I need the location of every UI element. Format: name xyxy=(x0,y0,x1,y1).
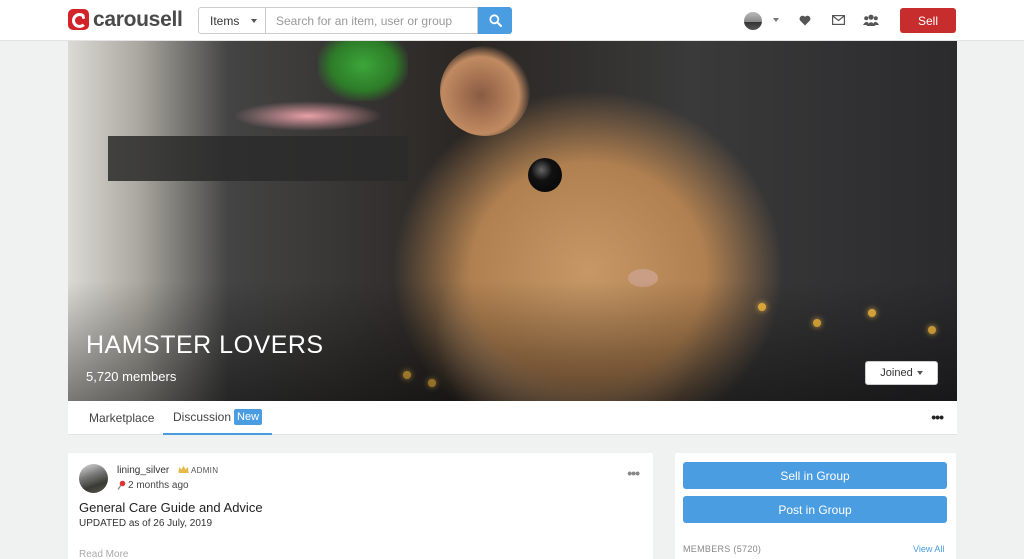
joined-label: Joined xyxy=(880,367,913,379)
user-avatar[interactable] xyxy=(744,12,762,30)
post-timestamp: 2 months ago xyxy=(128,480,189,491)
tab-marketplace[interactable]: Marketplace xyxy=(89,401,154,435)
admin-badge: ADMIN xyxy=(191,466,219,475)
view-all-members-link[interactable]: View All xyxy=(913,544,944,554)
crown-icon xyxy=(178,465,189,473)
group-tabs: Marketplace Discussion New ••• xyxy=(68,401,957,435)
group-name: HAMSTER LOVERS xyxy=(86,331,324,359)
post-more-button[interactable]: ••• xyxy=(627,465,640,481)
cover-plant xyxy=(318,41,408,101)
post-excerpt: UPDATED as of 26 July, 2019 xyxy=(79,518,213,529)
cover-pink-object xyxy=(233,101,383,131)
groups-button[interactable] xyxy=(863,12,879,28)
top-navbar: carousell Items Search for an item, user… xyxy=(0,0,1024,41)
cover-hamster-ear xyxy=(440,46,530,136)
likes-button[interactable] xyxy=(797,12,813,28)
search-input[interactable] xyxy=(266,7,478,34)
logo-mark-icon xyxy=(68,9,89,30)
chevron-down-icon xyxy=(916,371,923,375)
group-actions-card: Sell in Group Post in Group MEMBERS (572… xyxy=(675,453,956,559)
search-scope-label: Items xyxy=(210,13,240,28)
sell-in-group-button[interactable]: Sell in Group xyxy=(683,462,947,489)
search-bar: Items xyxy=(198,7,512,34)
search-scope-dropdown[interactable]: Items xyxy=(198,7,266,34)
tabs-more-button[interactable]: ••• xyxy=(931,409,944,425)
search-button[interactable] xyxy=(478,7,512,34)
read-more-link[interactable]: Read More xyxy=(79,549,128,559)
carousell-logo[interactable]: carousell xyxy=(68,9,183,30)
inbox-button[interactable] xyxy=(830,12,846,28)
cover-hamster-eye xyxy=(528,158,562,192)
post-author-avatar[interactable] xyxy=(79,464,108,493)
chevron-down-icon[interactable] xyxy=(773,18,779,22)
groups-icon xyxy=(863,14,879,26)
cover-shelf xyxy=(108,136,408,181)
heart-icon xyxy=(799,15,811,25)
new-badge: New xyxy=(234,409,263,425)
post-author-username[interactable]: lining_silver xyxy=(117,465,169,476)
members-heading: MEMBERS (5720) xyxy=(683,544,762,554)
pin-icon xyxy=(117,480,126,490)
mail-icon xyxy=(831,15,845,25)
group-member-count: 5,720 members xyxy=(86,369,177,384)
tab-discussion-label: Discussion xyxy=(173,410,232,424)
logo-text: carousell xyxy=(93,8,183,31)
sell-button[interactable]: Sell xyxy=(900,8,956,33)
search-icon xyxy=(488,14,502,27)
tab-marketplace-label: Marketplace xyxy=(89,411,155,425)
chevron-down-icon xyxy=(251,19,257,23)
joined-dropdown-button[interactable]: Joined xyxy=(865,361,938,385)
discussion-post-card[interactable]: lining_silver ADMIN 2 months ago ••• Gen… xyxy=(68,453,653,559)
post-in-group-button[interactable]: Post in Group xyxy=(683,496,947,523)
group-cover-banner: HAMSTER LOVERS 5,720 members Joined xyxy=(68,41,957,401)
tab-discussion[interactable]: Discussion New xyxy=(163,401,273,435)
post-title[interactable]: General Care Guide and Advice xyxy=(79,500,263,515)
